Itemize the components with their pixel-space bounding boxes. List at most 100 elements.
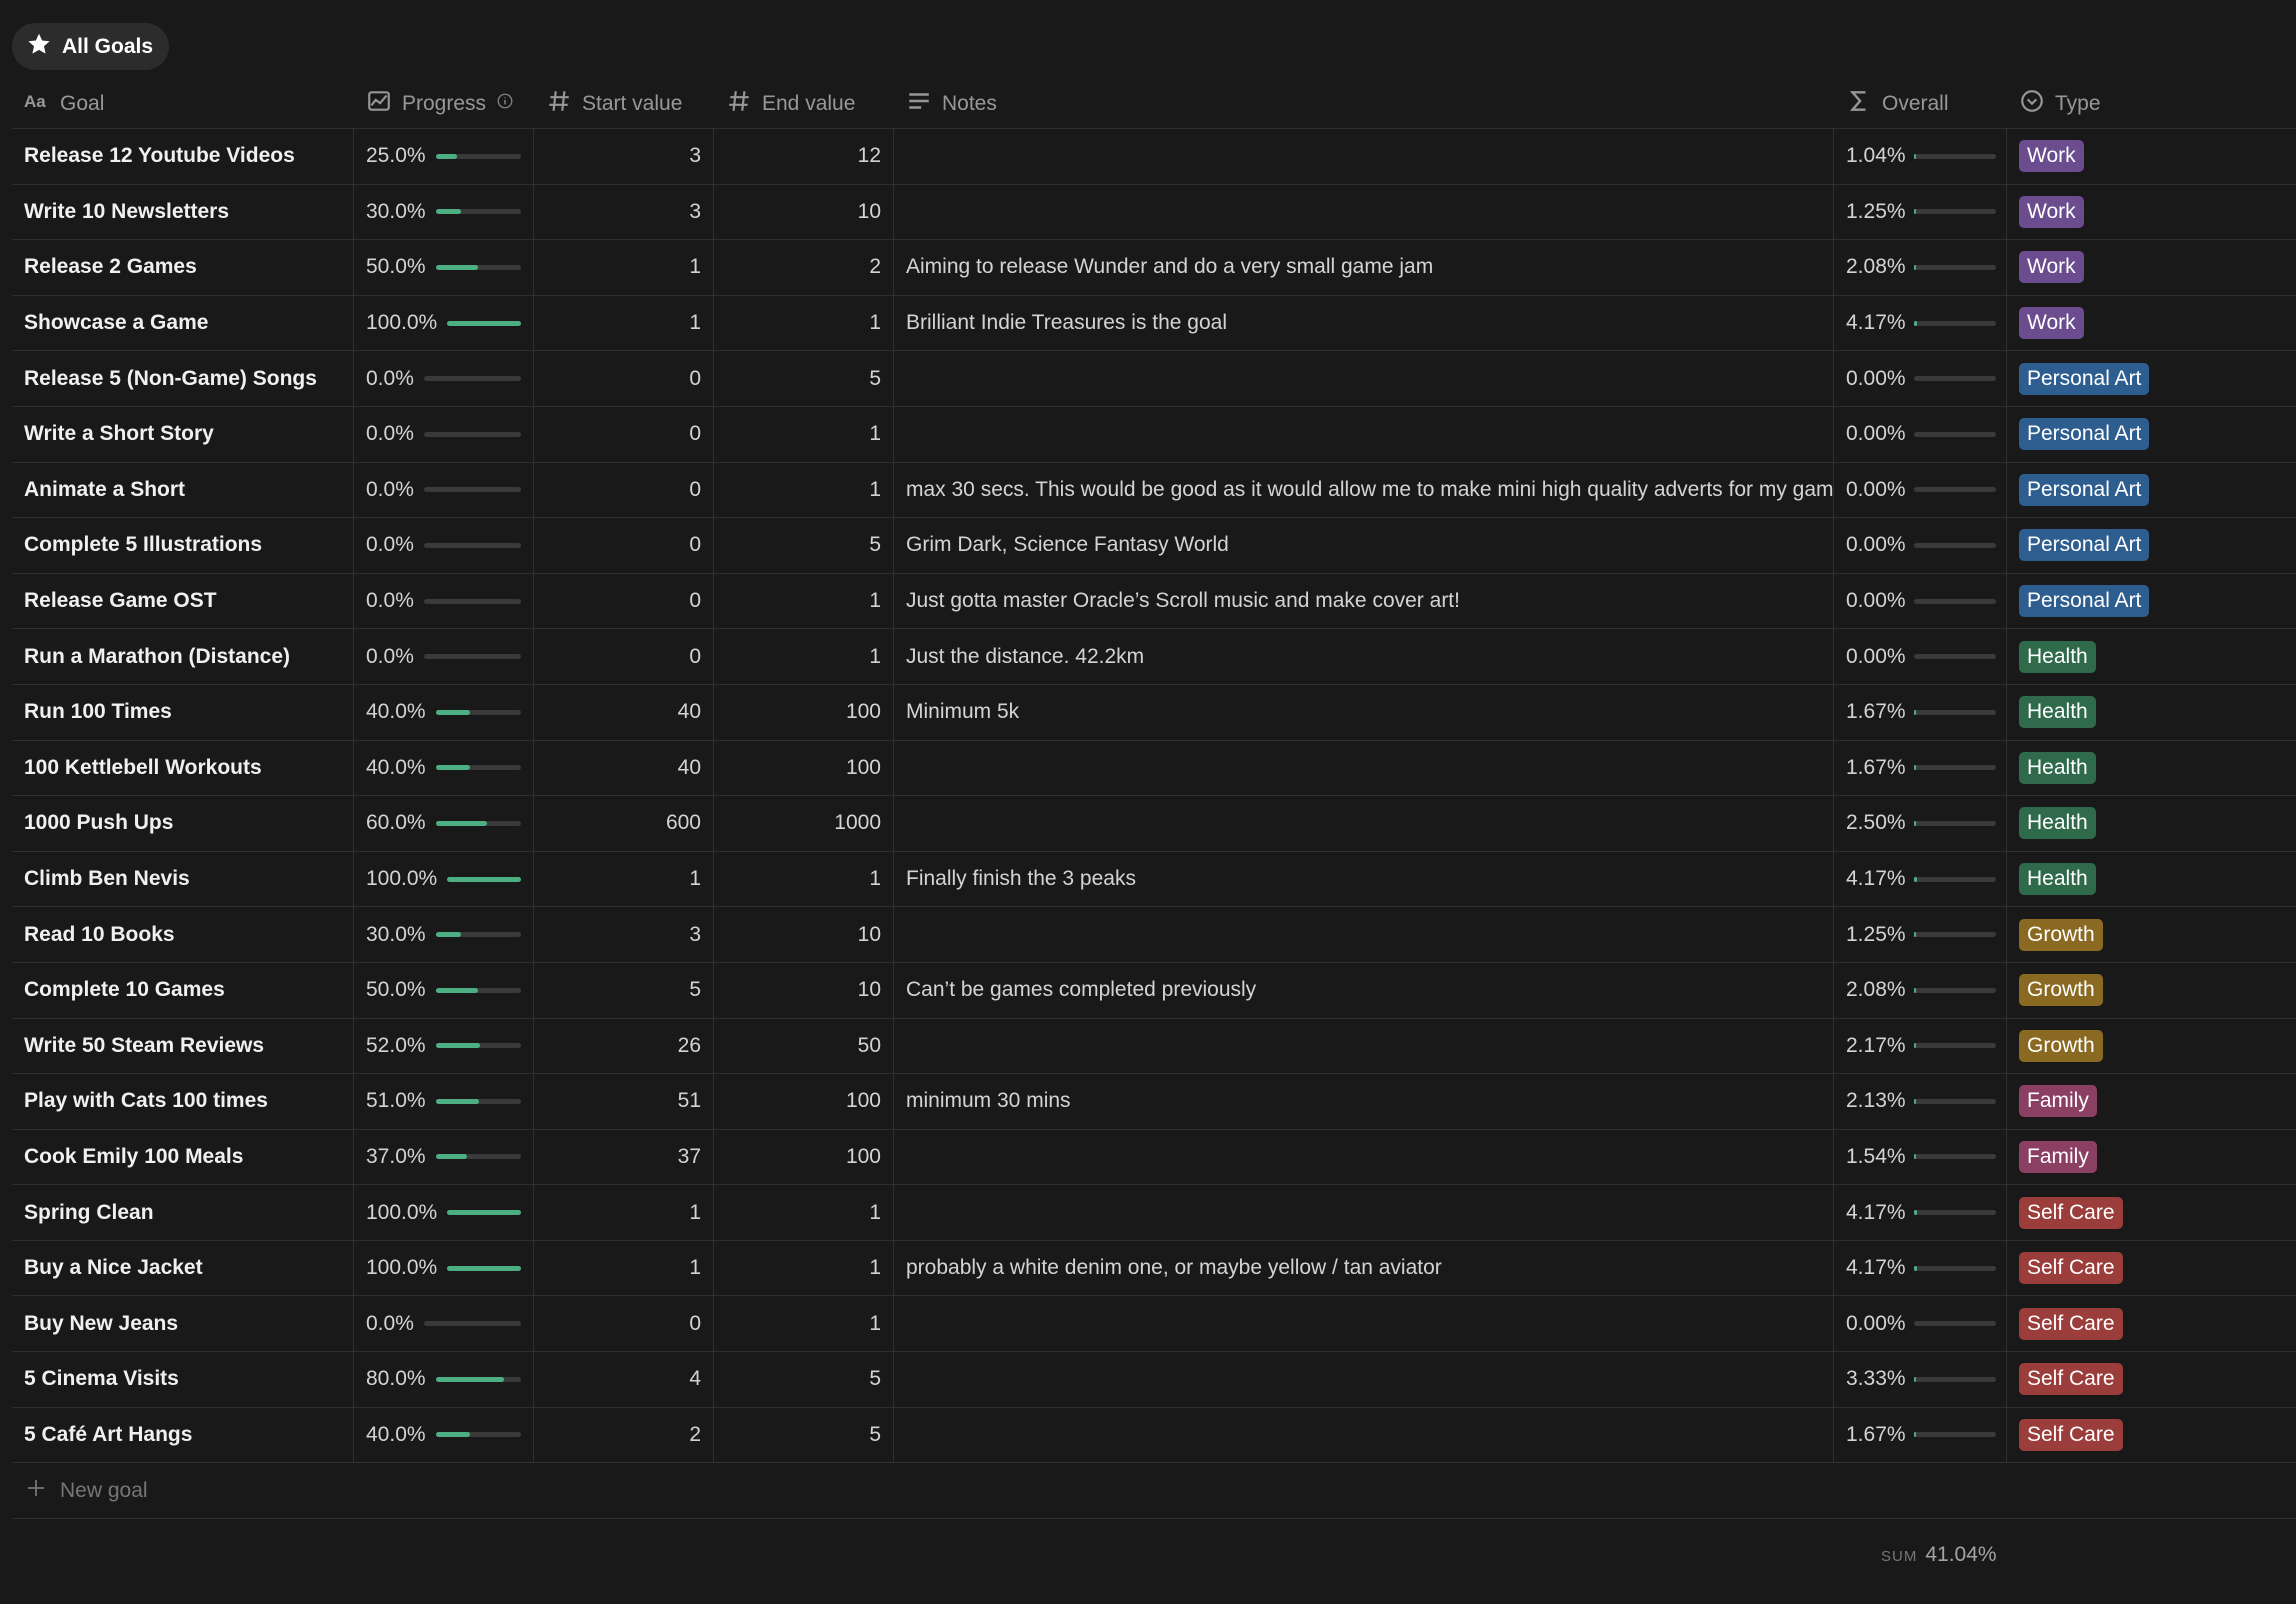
table-row[interactable]: Complete 10 Games 50.0% 5 10 Can’t be ga… — [12, 962, 2296, 1019]
notes-cell[interactable]: Brilliant Indie Treasures is the goal — [894, 295, 1834, 351]
goal-cell[interactable]: Write 50 Steam Reviews — [12, 1018, 354, 1074]
table-row[interactable]: Animate a Short 0.0% 0 1 max 30 secs. Th… — [12, 462, 2296, 519]
goal-cell[interactable]: Release 2 Games — [12, 240, 354, 295]
start-value-cell[interactable]: 0 — [534, 462, 714, 518]
start-value-cell[interactable]: 0 — [534, 1296, 714, 1352]
type-cell[interactable]: Work — [2007, 240, 2296, 295]
type-cell[interactable]: Growth — [2007, 963, 2296, 1018]
type-cell[interactable]: Health — [2007, 852, 2296, 907]
notes-cell[interactable]: max 30 secs. This would be good as it wo… — [894, 462, 1834, 518]
table-row[interactable]: Climb Ben Nevis 100.0% 1 1 Finally finis… — [12, 851, 2296, 908]
notes-cell[interactable] — [894, 1296, 1834, 1352]
notes-cell[interactable]: Grim Dark, Science Fantasy World — [894, 518, 1834, 573]
column-header-overall[interactable]: Overall — [1834, 79, 2007, 128]
type-cell[interactable]: Self Care — [2007, 1241, 2296, 1296]
start-value-cell[interactable]: 4 — [534, 1352, 714, 1407]
table-row[interactable]: Run a Marathon (Distance) 0.0% 0 1 Just … — [12, 629, 2296, 685]
table-row[interactable]: 5 Cinema Visits 80.0% 4 5 3.33% Self Car… — [12, 1352, 2296, 1408]
notes-cell[interactable] — [894, 907, 1834, 962]
end-value-cell[interactable]: 100 — [714, 1129, 894, 1185]
type-cell[interactable]: Self Care — [2007, 1352, 2296, 1407]
start-value-cell[interactable]: 5 — [534, 962, 714, 1018]
notes-cell[interactable] — [894, 1018, 1834, 1074]
end-value-cell[interactable]: 100 — [714, 1074, 894, 1129]
notes-cell[interactable] — [894, 406, 1834, 462]
start-value-cell[interactable]: 1 — [534, 1185, 714, 1240]
type-cell[interactable]: Growth — [2007, 1019, 2296, 1074]
start-value-cell[interactable]: 1 — [534, 295, 714, 351]
end-value-cell[interactable]: 10 — [714, 907, 894, 962]
table-row[interactable]: Release 5 (Non-Game) Songs 0.0% 0 5 0.00… — [12, 351, 2296, 407]
notes-cell[interactable] — [894, 351, 1834, 406]
goal-cell[interactable]: 1000 Push Ups — [12, 796, 354, 851]
type-cell[interactable]: Personal Art — [2007, 407, 2296, 462]
end-value-cell[interactable]: 12 — [714, 129, 894, 184]
view-tab-all-goals[interactable]: All Goals — [12, 23, 170, 70]
type-cell[interactable]: Family — [2007, 1130, 2296, 1185]
type-cell[interactable]: Health — [2007, 741, 2296, 796]
end-value-cell[interactable]: 100 — [714, 684, 894, 740]
table-row[interactable]: Write 50 Steam Reviews 52.0% 26 50 2.17%… — [12, 1018, 2296, 1075]
table-row[interactable]: 1000 Push Ups 60.0% 600 1000 2.50% Healt… — [12, 796, 2296, 852]
notes-cell[interactable] — [894, 1185, 1834, 1240]
goal-cell[interactable]: Showcase a Game — [12, 295, 354, 351]
type-cell[interactable]: Personal Art — [2007, 351, 2296, 406]
type-cell[interactable]: Self Care — [2007, 1296, 2296, 1351]
start-value-cell[interactable]: 1 — [534, 1240, 714, 1296]
type-cell[interactable]: Self Care — [2007, 1408, 2296, 1463]
new-goal-button[interactable]: New goal — [12, 1463, 2296, 1520]
type-cell[interactable]: Personal Art — [2007, 518, 2296, 573]
type-cell[interactable]: Growth — [2007, 907, 2296, 962]
goal-cell[interactable]: Play with Cats 100 times — [12, 1074, 354, 1129]
start-value-cell[interactable]: 0 — [534, 351, 714, 406]
end-value-cell[interactable]: 5 — [714, 1352, 894, 1407]
table-row[interactable]: Read 10 Books 30.0% 3 10 1.25% Growth — [12, 907, 2296, 963]
type-cell[interactable]: Personal Art — [2007, 574, 2296, 629]
goal-cell[interactable]: Complete 10 Games — [12, 962, 354, 1018]
end-value-cell[interactable]: 1 — [714, 573, 894, 629]
end-value-cell[interactable]: 100 — [714, 740, 894, 796]
start-value-cell[interactable]: 40 — [534, 684, 714, 740]
notes-cell[interactable] — [894, 184, 1834, 240]
end-value-cell[interactable]: 1000 — [714, 796, 894, 851]
notes-cell[interactable]: minimum 30 mins — [894, 1074, 1834, 1129]
table-row[interactable]: Run 100 Times 40.0% 40 100 Minimum 5k 1.… — [12, 684, 2296, 741]
start-value-cell[interactable]: 3 — [534, 129, 714, 184]
table-row[interactable]: Write a Short Story 0.0% 0 1 0.00% Perso… — [12, 406, 2296, 463]
goal-cell[interactable]: Buy a Nice Jacket — [12, 1240, 354, 1296]
notes-cell[interactable]: Can’t be games completed previously — [894, 962, 1834, 1018]
start-value-cell[interactable]: 0 — [534, 573, 714, 629]
goal-cell[interactable]: 100 Kettlebell Workouts — [12, 740, 354, 796]
table-row[interactable]: Buy a Nice Jacket 100.0% 1 1 probably a … — [12, 1240, 2296, 1297]
end-value-cell[interactable]: 1 — [714, 406, 894, 462]
notes-cell[interactable] — [894, 1129, 1834, 1185]
end-value-cell[interactable]: 1 — [714, 1296, 894, 1352]
type-cell[interactable]: Family — [2007, 1074, 2296, 1129]
goal-cell[interactable]: Release Game OST — [12, 573, 354, 629]
goal-cell[interactable]: Climb Ben Nevis — [12, 851, 354, 907]
table-row[interactable]: Cook Emily 100 Meals 37.0% 37 100 1.54% … — [12, 1129, 2296, 1186]
notes-cell[interactable] — [894, 796, 1834, 851]
start-value-cell[interactable]: 3 — [534, 907, 714, 962]
table-row[interactable]: Showcase a Game 100.0% 1 1 Brilliant Ind… — [12, 295, 2296, 352]
table-row[interactable]: Release 2 Games 50.0% 1 2 Aiming to rele… — [12, 240, 2296, 296]
end-value-cell[interactable]: 1 — [714, 851, 894, 907]
end-value-cell[interactable]: 2 — [714, 240, 894, 295]
end-value-cell[interactable]: 5 — [714, 351, 894, 406]
notes-cell[interactable]: Just gotta master Oracle’s Scroll music … — [894, 573, 1834, 629]
notes-cell[interactable]: Aiming to release Wunder and do a very s… — [894, 240, 1834, 295]
goal-cell[interactable]: 5 Café Art Hangs — [12, 1407, 354, 1463]
start-value-cell[interactable]: 51 — [534, 1074, 714, 1129]
end-value-cell[interactable]: 50 — [714, 1018, 894, 1074]
table-row[interactable]: Play with Cats 100 times 51.0% 51 100 mi… — [12, 1074, 2296, 1130]
type-cell[interactable]: Work — [2007, 185, 2296, 240]
table-row[interactable]: Write 10 Newsletters 30.0% 3 10 1.25% Wo… — [12, 184, 2296, 241]
table-row[interactable]: Buy New Jeans 0.0% 0 1 0.00% Self Care — [12, 1296, 2296, 1353]
notes-cell[interactable] — [894, 1407, 1834, 1463]
column-header-start-value[interactable]: Start value — [534, 79, 714, 128]
type-cell[interactable]: Health — [2007, 629, 2296, 684]
type-cell[interactable]: Health — [2007, 796, 2296, 851]
start-value-cell[interactable]: 3 — [534, 184, 714, 240]
overall-sum[interactable]: SUM 41.04% — [1881, 1543, 1997, 1567]
column-header-progress[interactable]: Progress — [354, 79, 534, 128]
